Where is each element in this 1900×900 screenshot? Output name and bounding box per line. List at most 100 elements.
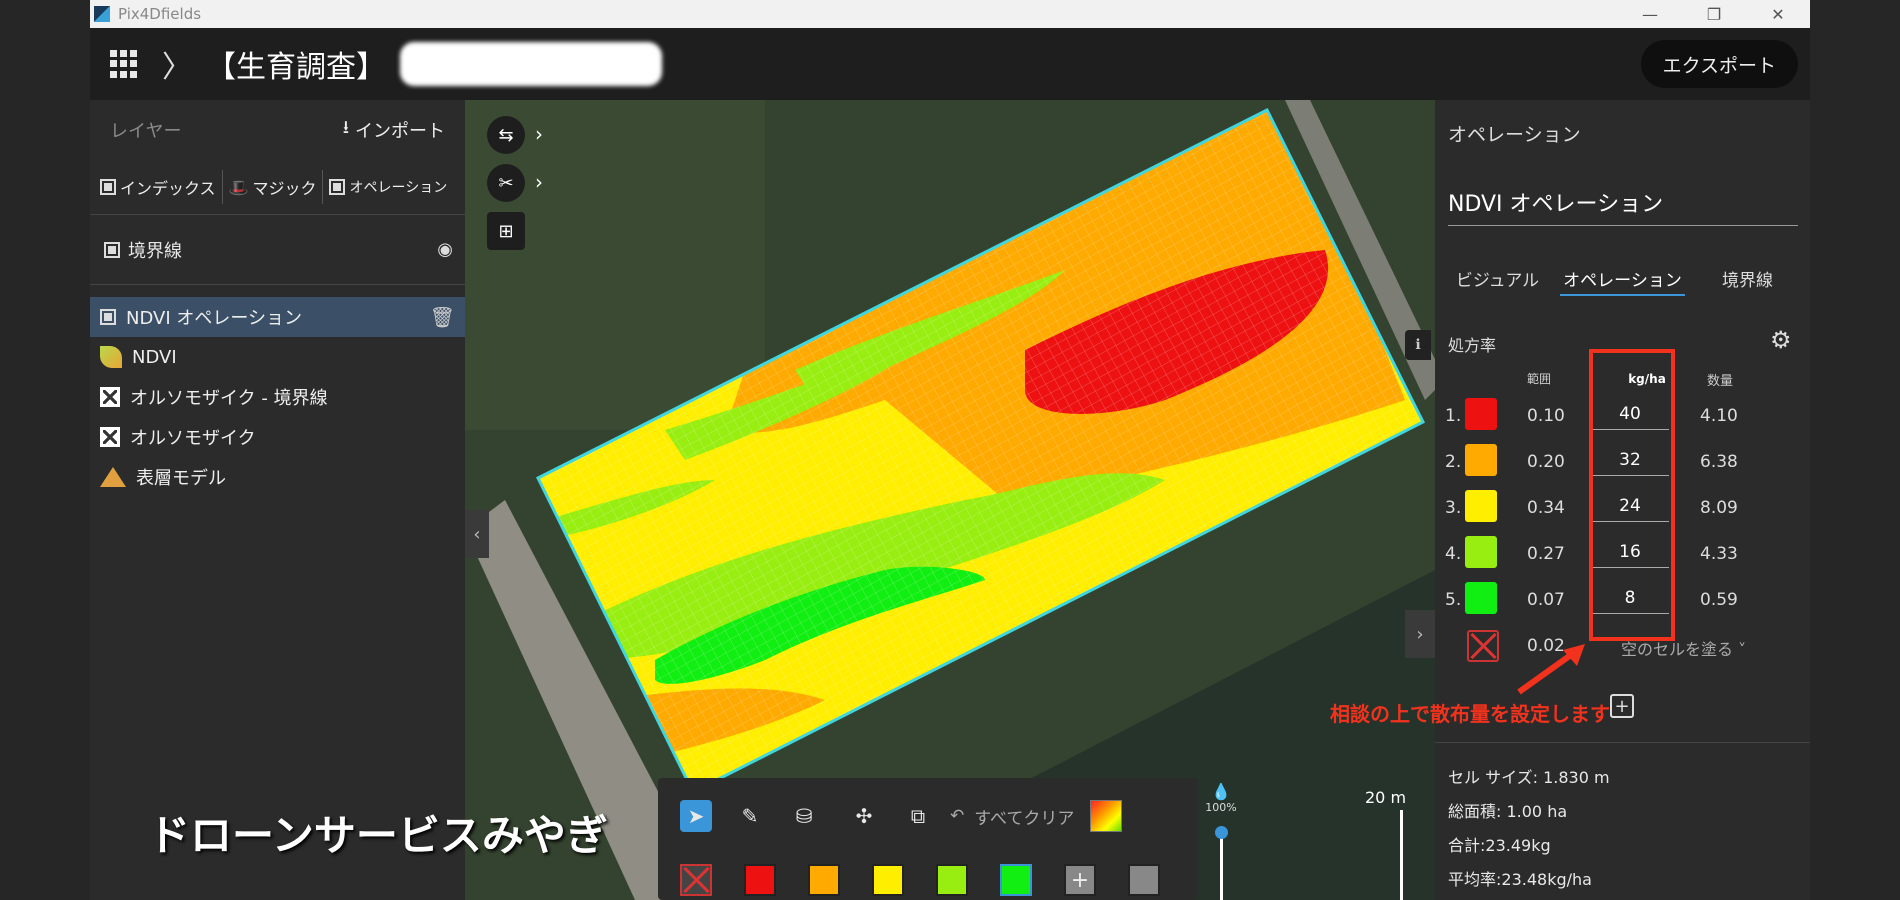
window-controls: — ❐ ✕ <box>1618 0 1810 28</box>
minimize-button[interactable]: — <box>1618 0 1682 28</box>
import-icon: ⭳ <box>342 117 349 138</box>
fill-tool-icon[interactable]: ⛁ <box>788 800 820 832</box>
class-index: 3. <box>1445 498 1462 518</box>
gradient-swatch[interactable] <box>1090 800 1123 832</box>
operation-button[interactable]: オペレーション <box>323 170 453 204</box>
measure-tool-icon[interactable]: ⊞ <box>487 212 525 250</box>
swatch-gray[interactable] <box>1128 864 1160 896</box>
swatch-orange[interactable] <box>808 864 840 896</box>
surface-model-icon <box>100 467 126 487</box>
annotation-arrow <box>1517 644 1585 695</box>
layer-item-orthomosaic[interactable]: オルソモザイク <box>90 417 465 457</box>
export-button[interactable]: エクスポート <box>1640 40 1798 88</box>
layer-item-ndvi[interactable]: NDVI <box>90 337 465 377</box>
class-color-swatch[interactable] <box>1465 398 1497 430</box>
class-quantity: 4.10 <box>1700 406 1738 426</box>
swatch-lime[interactable] <box>936 864 968 896</box>
operation-label: オペレーション <box>349 180 448 196</box>
boundary-label: 境界線 <box>128 240 182 262</box>
opacity-track[interactable] <box>1220 830 1223 900</box>
letterbox-right <box>1810 0 1900 900</box>
layer-item-ndvi-operation[interactable]: NDVI オペレーション 🗑 <box>90 297 465 337</box>
scale-bar <box>1400 810 1403 900</box>
window-title: Pix4Dfields <box>118 5 202 23</box>
magic-wand-icon[interactable]: ✣ <box>848 800 880 832</box>
add-swatch-icon[interactable]: + <box>1064 864 1096 896</box>
swatch-yellow[interactable] <box>872 864 904 896</box>
operation-icon <box>100 309 116 325</box>
add-class-button[interactable]: + <box>1610 694 1634 718</box>
leaf-icon <box>100 346 122 368</box>
info-icon[interactable]: ℹ <box>1405 330 1431 360</box>
scale-label: 20 m <box>1365 788 1407 807</box>
draw-toolbar: ➤ ✎ ⛁ ✣ ⧉ ↶ すべてクリア + <box>658 778 1198 900</box>
index-label: インデックス <box>120 179 216 198</box>
layers-panel: レイヤー ⭳ インポート インデックス 🎩 マジック オペレーション 境界線 ◉… <box>90 100 465 900</box>
tool-expand-icon[interactable]: › <box>535 170 543 194</box>
layers-label: レイヤー <box>110 121 182 142</box>
tab-operation[interactable]: オペレーション <box>1560 260 1685 296</box>
collapse-left-panel-button[interactable]: ‹ <box>465 510 489 558</box>
class-index: 2. <box>1445 452 1462 472</box>
class-quantity: 8.09 <box>1700 498 1738 518</box>
swatch-red[interactable] <box>744 864 776 896</box>
index-icon <box>100 179 116 195</box>
cell-size-stat: セル サイズ: 1.830 m <box>1448 768 1610 787</box>
window-titlebar: Pix4Dfields — ❐ ✕ <box>90 0 1810 28</box>
tab-visual[interactable]: ビジュアル <box>1435 260 1560 296</box>
operation-name-field[interactable]: NDVI オペレーション <box>1448 186 1798 226</box>
orthomosaic-icon <box>100 427 120 447</box>
operation-tabs: ビジュアル オペレーション 境界線 <box>1435 260 1810 296</box>
layer-label: 表層モデル <box>136 468 226 489</box>
class-color-swatch[interactable] <box>1465 582 1497 614</box>
apps-grid-icon[interactable] <box>110 50 138 78</box>
class-color-swatch[interactable] <box>1465 536 1497 568</box>
layer-list: NDVI オペレーション 🗑 NDVI オルソモザイク - 境界線 オルソモザイ… <box>90 297 465 497</box>
magic-button[interactable]: 🎩 マジック <box>223 170 324 204</box>
split-view-tool-icon[interactable]: ⇆ <box>487 116 525 154</box>
layer-label: NDVI オペレーション <box>126 308 302 329</box>
gear-icon[interactable]: ⚙ <box>1770 326 1792 354</box>
draw-tool-icon[interactable]: ✂ <box>487 164 525 202</box>
no-color-swatch[interactable] <box>680 864 712 896</box>
app-window: Pix4Dfields — ❐ ✕ 〉 【生育調査】 エクスポート レイヤー ⭳… <box>0 0 1900 900</box>
swatch-green[interactable] <box>1000 864 1032 896</box>
clear-all-label: すべてクリア <box>974 808 1075 829</box>
total-area-stat: 総面積: 1.00 ha <box>1448 802 1568 821</box>
layer-label: オルソモザイク - 境界線 <box>130 388 328 409</box>
layer-item-surface-model[interactable]: 表層モデル <box>90 457 465 497</box>
select-tool-icon[interactable]: ➤ <box>680 800 712 832</box>
class-range: 0.34 <box>1527 498 1565 518</box>
class-index: 5. <box>1445 590 1462 610</box>
boundary-layer[interactable]: 境界線 ◉ <box>90 215 465 285</box>
class-color-swatch[interactable] <box>1465 444 1497 476</box>
crop-tool-icon[interactable]: ⧉ <box>902 800 934 832</box>
class-range: 0.20 <box>1527 452 1565 472</box>
brush-tool-icon[interactable]: ✎ <box>734 800 766 832</box>
tool-expand-icon[interactable]: › <box>535 122 543 146</box>
class-quantity: 0.59 <box>1700 590 1738 610</box>
layer-item-orthomosaic-boundary[interactable]: オルソモザイク - 境界線 <box>90 377 465 417</box>
visibility-off-icon[interactable]: ◉ <box>437 239 453 260</box>
maximize-button[interactable]: ❐ <box>1682 0 1746 28</box>
opacity-knob[interactable] <box>1215 826 1228 839</box>
magic-label: マジック <box>252 179 317 198</box>
prescription-rate-label: 処方率 <box>1448 336 1497 355</box>
class-quantity: 6.38 <box>1700 452 1738 472</box>
watermark-text: ドローンサービスみやぎ <box>148 811 608 860</box>
expand-right-panel-button[interactable]: › <box>1405 610 1435 658</box>
tab-boundary[interactable]: 境界線 <box>1685 260 1810 296</box>
import-button[interactable]: ⭳ インポート <box>343 115 445 145</box>
divider <box>1435 742 1810 743</box>
class-index: 4. <box>1445 544 1462 564</box>
clear-all-button[interactable]: ↶ すべてクリア <box>950 804 1074 829</box>
index-button[interactable]: インデックス <box>94 170 223 204</box>
layer-tools: インデックス 🎩 マジック オペレーション <box>90 160 465 215</box>
undo-icon: ↶ <box>950 806 965 826</box>
class-color-swatch[interactable] <box>1465 490 1497 522</box>
import-label: インポート <box>355 121 445 142</box>
empty-cell-swatch[interactable] <box>1467 630 1499 662</box>
opacity-slider[interactable]: 💧 100% <box>1203 782 1239 900</box>
close-button[interactable]: ✕ <box>1746 0 1810 28</box>
trash-icon[interactable]: 🗑 <box>430 305 455 329</box>
